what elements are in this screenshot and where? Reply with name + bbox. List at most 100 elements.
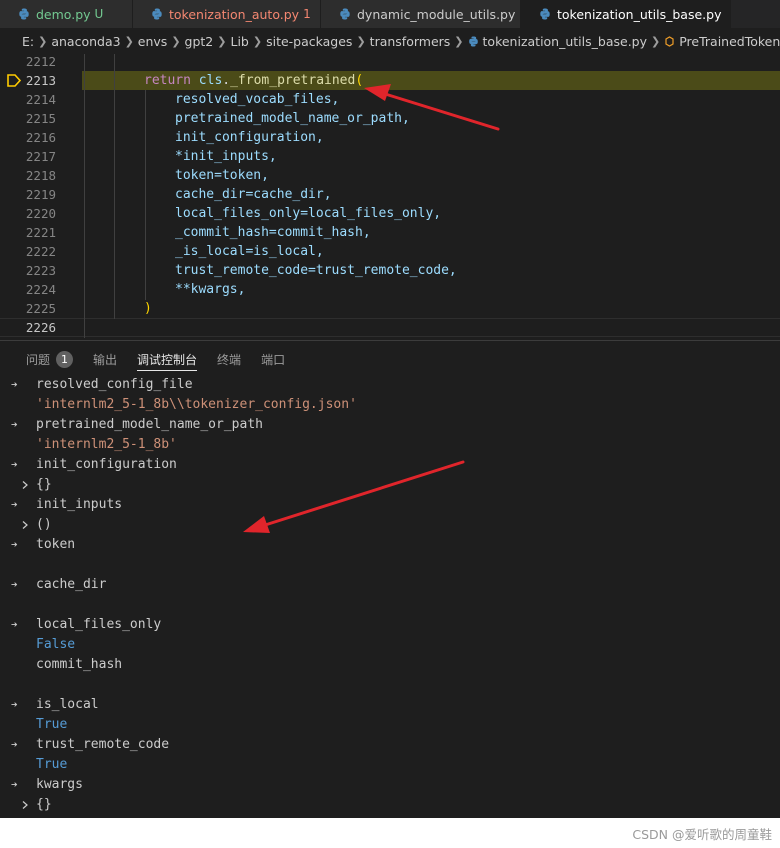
breadcrumb-item[interactable]: tokenization_utils_base.py xyxy=(483,34,647,49)
tab-ports[interactable]: 端口 xyxy=(261,341,285,377)
tab-terminal[interactable]: 终端 xyxy=(217,341,241,377)
input-arrow-icon: ➔ xyxy=(11,578,18,591)
line-number: 2213 xyxy=(25,73,56,88)
tab-label: tokenization_utils_base.py xyxy=(557,6,722,22)
console-text: commit_hash xyxy=(36,657,123,672)
line-number: 2222 xyxy=(25,244,56,259)
input-arrow-icon: ➔ xyxy=(11,418,18,431)
console-output-line: 'internlm2_5-1_8b\\tokenizer_config.json… xyxy=(0,395,780,415)
console-output-line[interactable]: () xyxy=(0,515,780,535)
tab-tokenization-utils-base-py[interactable]: tokenization_utils_base.py ✕ xyxy=(521,0,740,28)
breadcrumb-item[interactable]: PreTrainedTokenizerBase xyxy=(679,34,780,49)
console-text: {} xyxy=(36,477,52,492)
chevron-right-icon[interactable] xyxy=(20,515,30,535)
breadcrumb-item[interactable]: site-packages xyxy=(266,34,352,49)
line-number: 2214 xyxy=(25,92,56,107)
panel-tab-label: 输出 xyxy=(93,352,118,367)
console-output-line[interactable]: {} xyxy=(0,795,780,815)
code-argument: cache_dir=cache_dir, xyxy=(175,187,332,202)
console-input-line: ➔ pretrained_model_name_or_path xyxy=(0,415,780,435)
breadcrumb-item[interactable]: transformers xyxy=(370,34,451,49)
code-line: 2218 token=token, xyxy=(0,166,780,185)
chevron-right-icon[interactable] xyxy=(20,795,30,815)
code-line: 2224 **kwargs, xyxy=(0,280,780,299)
code-argument: resolved_vocab_files, xyxy=(175,92,340,107)
line-number: 2225 xyxy=(25,301,56,316)
code-argument: token=token, xyxy=(175,168,269,183)
code-argument: local_files_only=local_files_only, xyxy=(175,206,442,221)
breadcrumb-item[interactable]: anaconda3 xyxy=(51,34,120,49)
breadcrumb-item[interactable]: E: xyxy=(22,34,34,49)
code-line: 2217 *init_inputs, xyxy=(0,147,780,166)
console-text: 'internlm2_5-1_8b' xyxy=(36,437,177,452)
panel-tab-bar: 问题 1 输出 调试控制台 终端 端口 xyxy=(0,341,780,377)
code-line: 2215 pretrained_model_name_or_path, xyxy=(0,109,780,128)
python-file-icon xyxy=(151,8,163,20)
breadcrumb-item[interactable]: Lib xyxy=(230,34,248,49)
breadcrumb: E: ❯ anaconda3 ❯ envs ❯ gpt2 ❯ Lib ❯ site-pac… xyxy=(0,28,780,54)
code-line: 2223 trust_remote_code=trust_remote_code… xyxy=(0,261,780,280)
console-output-line: True xyxy=(0,715,780,735)
breadcrumb-item[interactable]: envs xyxy=(138,34,168,49)
chevron-right-icon: ❯ xyxy=(454,34,464,48)
console-text: {} xyxy=(36,797,52,812)
console-text: is_local xyxy=(36,697,99,712)
chevron-right-icon: ❯ xyxy=(356,34,366,48)
code-line: 2214 resolved_vocab_files, xyxy=(0,90,780,109)
code-paren: ( xyxy=(355,73,364,88)
code-line: 2225 ) xyxy=(0,299,780,318)
console-input-line: ➔ is_local xyxy=(0,695,780,715)
tab-debug-console[interactable]: 调试控制台 xyxy=(137,341,198,377)
code-argument: init_configuration, xyxy=(175,130,324,145)
console-text: resolved_config_file xyxy=(36,377,193,392)
input-arrow-icon: ➔ xyxy=(11,778,18,791)
input-arrow-icon: ➔ xyxy=(11,738,18,751)
editor-tab-bar: demo.py U tokenization_auto.py 1 dynamic… xyxy=(0,0,780,28)
console-input-line: ➔ cache_dir xyxy=(0,575,780,595)
console-text: kwargs xyxy=(36,777,83,792)
code-argument: pretrained_model_name_or_path, xyxy=(175,111,410,126)
code-method: _from_pretrained xyxy=(230,73,356,88)
console-output-line[interactable]: {} xyxy=(0,475,780,495)
tab-label: tokenization_auto.py xyxy=(169,6,300,22)
line-number: 2217 xyxy=(25,149,56,164)
console-text: True xyxy=(36,757,68,772)
tab-demo-py[interactable]: demo.py U xyxy=(0,0,133,28)
console-text: init_inputs xyxy=(36,497,123,512)
console-input-line: ➔ init_configuration xyxy=(0,455,780,475)
line-number: 2220 xyxy=(25,206,56,221)
line-number: 2224 xyxy=(25,282,56,297)
console-text: init_configuration xyxy=(36,457,177,472)
chevron-right-icon: ❯ xyxy=(38,34,48,48)
console-input-line: ➔ trust_remote_code xyxy=(0,735,780,755)
code-argument: *init_inputs, xyxy=(175,149,277,164)
code-paren: ) xyxy=(144,301,152,316)
code-line: 2221 _commit_hash=commit_hash, xyxy=(0,223,780,242)
input-arrow-icon: ➔ xyxy=(11,538,18,551)
code-line-current: 2213 return cls._from_pretrained( xyxy=(0,71,780,90)
input-arrow-icon: ➔ xyxy=(11,698,18,711)
code-line: 2220 local_files_only=local_files_only, xyxy=(0,204,780,223)
tab-dynamic-module-utils-py[interactable]: dynamic_module_utils.py xyxy=(321,0,521,28)
tab-tokenization-auto-py[interactable]: tokenization_auto.py 1 xyxy=(133,0,321,28)
code-argument: trust_remote_code=trust_remote_code, xyxy=(175,263,457,278)
code-editor[interactable]: 2212 2213 return cls._from_pretrained( 2… xyxy=(0,54,780,340)
console-text: False xyxy=(36,637,76,652)
footer: CSDN @爱听歌的周童鞋 xyxy=(0,818,780,848)
tab-output[interactable]: 输出 xyxy=(93,341,117,377)
panel-tab-label: 问题 xyxy=(26,352,51,367)
input-arrow-icon: ➔ xyxy=(11,618,18,631)
input-arrow-icon: ➔ xyxy=(11,378,18,391)
panel-tab-label: 调试控制台 xyxy=(137,352,198,367)
console-output-line: True xyxy=(0,755,780,775)
tab-status: U xyxy=(94,7,104,21)
code-argument: **kwargs, xyxy=(175,282,246,297)
tab-label: demo.py xyxy=(36,6,91,22)
chevron-right-icon[interactable] xyxy=(20,475,30,495)
breadcrumb-item[interactable]: gpt2 xyxy=(185,34,214,49)
tab-problems[interactable]: 问题 1 xyxy=(26,341,74,377)
console-input-line: ➔ resolved_config_file xyxy=(0,375,780,395)
python-file-icon xyxy=(539,8,551,20)
console-text: trust_remote_code xyxy=(36,737,170,752)
